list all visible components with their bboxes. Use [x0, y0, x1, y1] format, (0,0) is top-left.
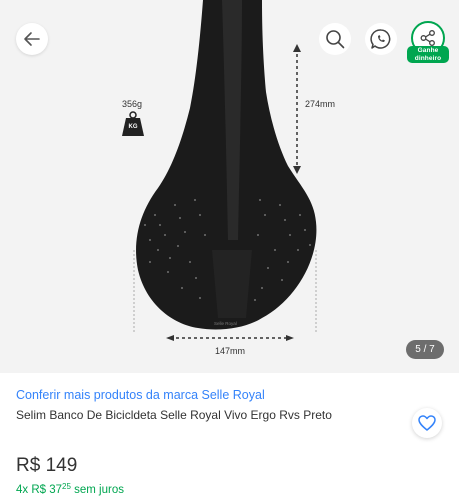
whatsapp-share-button[interactable] — [365, 23, 397, 55]
installments-prefix: 4x R$ 37 — [16, 484, 63, 496]
earn-money-badge: Ganhe dinheiro — [407, 46, 449, 63]
share-earn-button[interactable]: Ganhe dinheiro — [407, 21, 449, 67]
heart-icon — [418, 415, 436, 431]
favorite-button[interactable] — [412, 408, 442, 438]
share-icon — [420, 30, 435, 46]
search-icon — [326, 30, 345, 49]
product-image: Selle Royal — [122, 0, 317, 341]
weight-label: 356g — [122, 99, 143, 109]
installments-suffix: sem juros — [70, 484, 124, 496]
brand-products-link[interactable]: Conferir mais produtos da marca Selle Ro… — [16, 388, 265, 402]
width-label: 147mm — [215, 346, 246, 356]
earn-badge-line1: Ganhe — [417, 47, 439, 54]
kg-label: KG — [128, 124, 138, 130]
svg-text:Selle Royal: Selle Royal — [214, 321, 237, 326]
length-label: 274mm — [305, 99, 336, 109]
installments-cents: 25 — [62, 482, 71, 491]
search-button[interactable] — [319, 23, 351, 55]
installments-info: 4x R$ 3725 sem juros — [16, 482, 124, 496]
arrow-left-icon — [24, 32, 40, 46]
image-counter: 5 / 7 — [406, 340, 444, 359]
product-image-gallery[interactable]: Selle Royal 356g KG 274mm 147mm Ganhe di… — [0, 0, 459, 373]
product-price: R$ 149 — [16, 455, 78, 476]
product-title: Selim Banco De Bicicldeta Selle Royal Vi… — [16, 408, 332, 422]
back-button[interactable] — [16, 23, 48, 55]
whatsapp-icon — [370, 29, 391, 49]
earn-badge-line2: dinheiro — [414, 54, 442, 62]
